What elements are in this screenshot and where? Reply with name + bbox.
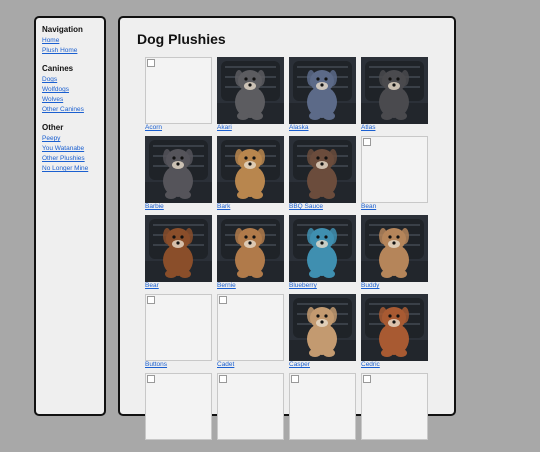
- plush-name-link[interactable]: Buddy: [361, 282, 379, 289]
- nav-link[interactable]: No Longer Mine: [42, 164, 104, 174]
- plush-card[interactable]: [144, 373, 216, 452]
- plush-photo-art: [145, 215, 212, 282]
- broken-image-icon: [147, 375, 155, 383]
- broken-image-placeholder[interactable]: [289, 373, 356, 440]
- plush-photo-art: [289, 215, 356, 282]
- nav-group-1: Canines Dogs Wolfdogs Wolves Other Canines: [42, 64, 104, 115]
- plush-card[interactable]: [288, 373, 360, 452]
- plush-photo[interactable]: [361, 215, 428, 282]
- plush-card[interactable]: Atlas: [360, 57, 432, 136]
- broken-image-placeholder[interactable]: [217, 294, 284, 361]
- plush-photo-art: [289, 136, 356, 203]
- plush-name-link[interactable]: Atlas: [361, 124, 375, 131]
- broken-image-placeholder[interactable]: [145, 373, 212, 440]
- plush-card[interactable]: [360, 373, 432, 452]
- page-title: Dog Plushies: [137, 31, 226, 47]
- plush-card[interactable]: Bernie: [216, 215, 288, 294]
- nav-link[interactable]: You Watanabe: [42, 144, 104, 154]
- nav-group-2: Other Peepy You Watanabe Other Plushies No L…: [42, 123, 104, 174]
- plush-card[interactable]: Acorn: [144, 57, 216, 136]
- plush-photo-art: [217, 57, 284, 124]
- nav-link[interactable]: Home: [42, 36, 104, 46]
- plush-photo[interactable]: [217, 57, 284, 124]
- plush-photo[interactable]: [145, 215, 212, 282]
- sidebar: Navigation Home Plush Home Canines Dogs Wolfd…: [34, 16, 106, 416]
- broken-image-icon: [147, 296, 155, 304]
- plush-photo[interactable]: [361, 57, 428, 124]
- plush-name-link[interactable]: Bean: [361, 203, 376, 210]
- plush-card[interactable]: Bean: [360, 136, 432, 215]
- plush-name-link[interactable]: Acorn: [145, 124, 162, 131]
- broken-image-icon: [291, 375, 299, 383]
- broken-image-placeholder[interactable]: [145, 57, 212, 124]
- plush-name-link[interactable]: Alaska: [289, 124, 309, 131]
- plush-card[interactable]: BBQ Sauce: [288, 136, 360, 215]
- plush-name-link[interactable]: Akari: [217, 124, 232, 131]
- plush-photo-art: [361, 215, 428, 282]
- broken-image-icon: [363, 138, 371, 146]
- nav-link[interactable]: Peepy: [42, 134, 104, 144]
- plush-name-link[interactable]: Casper: [289, 361, 310, 368]
- broken-image-placeholder[interactable]: [145, 294, 212, 361]
- plush-name-link[interactable]: BBQ Sauce: [289, 203, 323, 210]
- plush-photo[interactable]: [217, 215, 284, 282]
- plush-card[interactable]: [216, 373, 288, 452]
- plush-grid: Acorn Akari Alaska Atlas Barbie Bark BBQ Sauce…: [144, 57, 444, 452]
- plush-name-link[interactable]: Buttons: [145, 361, 167, 368]
- plush-photo[interactable]: [289, 215, 356, 282]
- plush-name-link[interactable]: Cadet: [217, 361, 234, 368]
- nav-heading: Navigation: [42, 25, 83, 34]
- plush-photo[interactable]: [289, 57, 356, 124]
- plush-card[interactable]: Buddy: [360, 215, 432, 294]
- nav-link[interactable]: Other Plushies: [42, 154, 104, 164]
- plush-photo-art: [217, 136, 284, 203]
- broken-image-icon: [219, 375, 227, 383]
- broken-image-placeholder[interactable]: [217, 373, 284, 440]
- plush-photo[interactable]: [361, 294, 428, 361]
- plush-name-link[interactable]: Barbie: [145, 203, 164, 210]
- plush-card[interactable]: Bear: [144, 215, 216, 294]
- plush-card[interactable]: Alaska: [288, 57, 360, 136]
- plush-card[interactable]: Bark: [216, 136, 288, 215]
- plush-name-link[interactable]: Bernie: [217, 282, 236, 289]
- plush-name-link[interactable]: Cedric: [361, 361, 380, 368]
- plush-photo-art: [361, 294, 428, 361]
- plush-card[interactable]: Barbie: [144, 136, 216, 215]
- plush-photo-art: [289, 57, 356, 124]
- plush-photo[interactable]: [145, 136, 212, 203]
- plush-photo-art: [145, 136, 212, 203]
- nav-link[interactable]: Dogs: [42, 75, 104, 85]
- plush-photo[interactable]: [217, 136, 284, 203]
- nav-heading: Canines: [42, 64, 74, 73]
- nav-group-0: Navigation Home Plush Home: [42, 25, 104, 56]
- plush-name-link[interactable]: Bear: [145, 282, 159, 289]
- plush-card[interactable]: Cadet: [216, 294, 288, 373]
- plush-photo-art: [361, 57, 428, 124]
- nav-link[interactable]: Wolves: [42, 95, 104, 105]
- broken-image-icon: [219, 296, 227, 304]
- nav-link[interactable]: Wolfdogs: [42, 85, 104, 95]
- plush-name-link[interactable]: Bark: [217, 203, 230, 210]
- plush-card[interactable]: Cedric: [360, 294, 432, 373]
- broken-image-placeholder[interactable]: [361, 373, 428, 440]
- nav-heading: Other: [42, 123, 64, 132]
- plush-card[interactable]: Blueberry: [288, 215, 360, 294]
- nav-link[interactable]: Other Canines: [42, 105, 104, 115]
- plush-name-link[interactable]: Blueberry: [289, 282, 317, 289]
- broken-image-icon: [147, 59, 155, 67]
- nav-link[interactable]: Plush Home: [42, 46, 104, 56]
- main-panel: Dog Plushies Acorn Akari Alaska Atlas Barbie…: [118, 16, 456, 440]
- broken-image-icon: [363, 375, 371, 383]
- plush-photo-art: [217, 215, 284, 282]
- plush-photo-art: [289, 294, 356, 361]
- plush-card[interactable]: Akari: [216, 57, 288, 136]
- plush-card[interactable]: Buttons: [144, 294, 216, 373]
- broken-image-placeholder[interactable]: [361, 136, 428, 203]
- plush-photo[interactable]: [289, 136, 356, 203]
- plush-photo[interactable]: [289, 294, 356, 361]
- plush-card[interactable]: Casper: [288, 294, 360, 373]
